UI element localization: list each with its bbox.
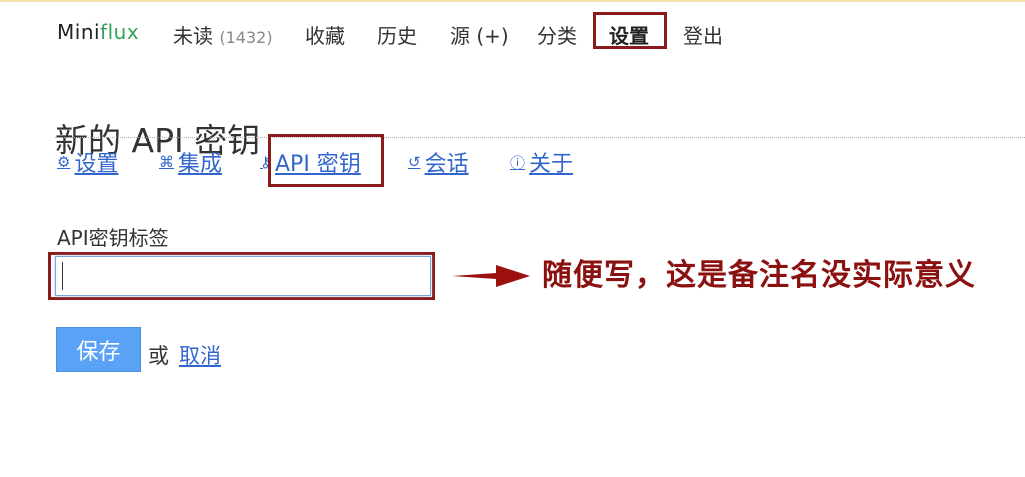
info-icon: ⓘ [510,153,526,172]
subnav-settings-label: 设置 [74,152,119,177]
integration-icon: ⌘ [159,153,174,171]
gear-icon: ⚙ [57,153,71,171]
api-key-label-field-label: API密钥标签 [57,226,169,250]
nav-logout[interactable]: 登出 [683,20,723,49]
subnav-sessions-label: 会话 [424,152,469,177]
api-key-label-input[interactable] [55,256,431,296]
annotation-arrow-icon [452,265,530,287]
miniflux-logo[interactable]: Miniflux [57,20,139,44]
nav-history[interactable]: 历史 [377,20,417,49]
text-caret [62,262,63,290]
api-keys-highlight-box [268,134,384,187]
subnav-sessions[interactable]: ↺ 会话 [408,146,469,178]
history-icon: ↺ [408,153,421,171]
nav-categories[interactable]: 分类 [537,20,577,49]
nav-feeds[interactable]: 源 (+) [450,20,509,49]
nav-unread-label: 未读 [173,24,213,48]
settings-highlight-box [593,12,667,49]
nav-unread-count: (1432) [219,28,273,47]
subnav-settings[interactable]: ⚙ 设置 [57,146,118,178]
top-accent-line [0,0,1025,2]
title-divider [55,137,1025,138]
nav-starred[interactable]: 收藏 [305,20,345,49]
logo-suffix: flux [100,20,140,44]
cancel-link[interactable]: 取消 [179,340,221,370]
save-button[interactable]: 保存 [56,327,141,372]
subnav-integrations[interactable]: ⌘ 集成 [159,146,222,178]
or-text: 或 [148,344,169,368]
subnav-about[interactable]: ⓘ 关于 [510,146,573,178]
subnav-about-label: 关于 [529,152,574,177]
subnav-integrations-label: 集成 [178,152,223,177]
annotation-note: 随便写，这是备注名没实际意义 [542,258,976,293]
nav-unread[interactable]: 未读 (1432) [173,20,273,49]
logo-prefix: Mini [57,20,101,44]
